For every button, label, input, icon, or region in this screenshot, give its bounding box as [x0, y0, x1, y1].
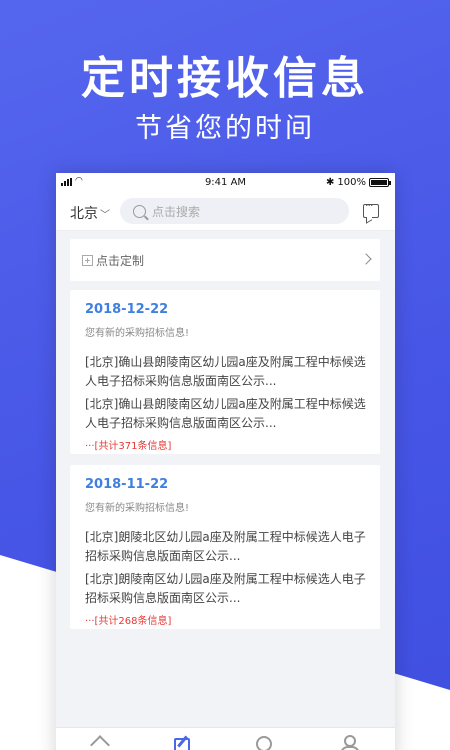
battery-percent: 100%	[337, 177, 366, 188]
search-placeholder: 点击搜索	[152, 204, 201, 219]
card-subtitle: 您有新的采购招标信息!	[85, 503, 190, 514]
card-item[interactable]: [北京]确山县朗陵南区幼儿园a座及附属工程中标候选人电子招标采购信息版面南区公示…	[85, 353, 366, 391]
city-label: 北京	[70, 206, 98, 222]
card-item[interactable]: [北京]确山县朗陵南区幼儿园a座及附属工程中标候选人电子招标采购信息版面南区公示…	[85, 395, 366, 433]
bluetooth-icon: ✱	[326, 177, 335, 188]
info-card[interactable]: 2018-12-22 您有新的采购招标信息! [北京]确山县朗陵南区幼儿园a座及…	[70, 290, 380, 454]
card-subtitle: 您有新的采购招标信息!	[85, 328, 190, 339]
phone-mockup: ◠ 9:41 AM ✱ 100% 北京 ﹀ 点击搜索 点击定制 2018-12-…	[56, 173, 395, 750]
message-icon[interactable]	[363, 199, 379, 218]
home-icon[interactable]	[90, 734, 110, 750]
edit-icon[interactable]	[172, 734, 192, 750]
add-icon	[82, 254, 93, 266]
card-total[interactable]: ···[共计268条信息]	[85, 612, 366, 627]
user-icon[interactable]	[339, 734, 360, 750]
status-bar: ◠ 9:41 AM ✱ 100%	[56, 173, 395, 192]
info-card[interactable]: 2018-11-22 您有新的采购招标信息! [北京]朗陵北区幼儿园a座及附属工…	[70, 465, 380, 629]
card-total[interactable]: ···[共计371条信息]	[85, 437, 366, 452]
search-input[interactable]: 点击搜索	[120, 198, 349, 224]
status-right: ✱ 100%	[326, 177, 391, 188]
battery-icon	[369, 178, 391, 187]
tab-bar	[56, 727, 395, 750]
custom-subscribe-label: 点击定制	[96, 253, 145, 268]
card-item[interactable]: [北京]朗陵北区幼儿园a座及附属工程中标候选人电子招标采购信息版面南区公示...	[85, 528, 366, 566]
card-date: 2018-11-22	[85, 477, 169, 492]
chevron-down-icon: ﹀	[100, 209, 110, 221]
custom-subscribe-row[interactable]: 点击定制	[70, 239, 380, 281]
city-selector[interactable]: 北京 ﹀	[70, 203, 110, 223]
search-icon[interactable]	[254, 734, 274, 750]
card-date: 2018-12-22	[85, 302, 169, 317]
promo-headline: 定时接收信息	[81, 53, 369, 104]
search-icon	[133, 204, 146, 218]
chevron-right-icon	[360, 253, 372, 265]
app-header: 北京 ﹀ 点击搜索	[56, 192, 395, 231]
promo-subline: 节省您的时间	[135, 113, 315, 144]
card-item[interactable]: [北京]朗陵南区幼儿园a座及附属工程中标候选人电子招标采购信息版面南区公示...	[85, 570, 366, 608]
